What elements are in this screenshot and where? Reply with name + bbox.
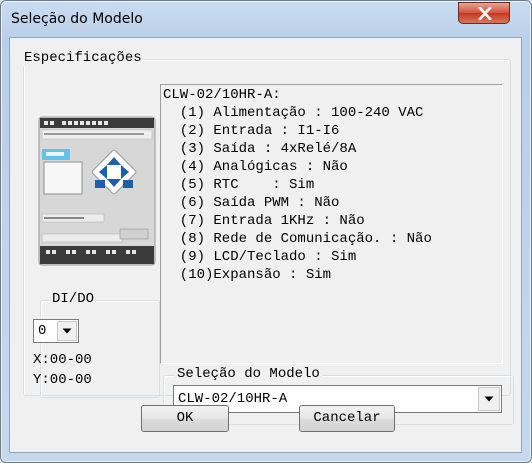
ok-button[interactable]: OK — [141, 405, 229, 432]
spec-line: (2) Entrada : I1-I6 — [163, 123, 340, 139]
model-selection-group-label: Seleção do Modelo — [175, 366, 322, 382]
dido-x-readout: X:00-00 — [33, 352, 92, 368]
specifications-text-panel: CLW-02/10HR-A: (1) Alimentação : 100-240… — [160, 84, 503, 364]
model-dropdown-button[interactable] — [478, 387, 500, 411]
spec-line: (9) LCD/Teclado : Sim — [163, 249, 357, 265]
spec-line: (7) Entrada 1KHz : Não — [163, 213, 365, 229]
spec-line: (5) RTC : Sim — [163, 177, 315, 193]
spec-line: (10)Expansão : Sim — [163, 267, 332, 283]
chevron-down-icon — [62, 328, 72, 334]
spec-line: (1) Alimentação : 100-240 VAC — [163, 105, 424, 121]
cancel-button[interactable]: Cancelar — [299, 405, 395, 432]
spec-line: (4) Analógicas : Não — [163, 159, 348, 175]
close-button[interactable] — [458, 2, 510, 24]
dido-select-value: 0 — [38, 323, 47, 339]
spec-line: (8) Rede de Comunicação. : Não — [163, 231, 432, 247]
close-icon — [478, 7, 492, 20]
dialog-window: Seleção do Modelo Especificações CLW-02/… — [0, 0, 532, 463]
spec-model-header: CLW-02/10HR-A: — [163, 87, 281, 103]
window-title: Seleção do Modelo — [11, 11, 143, 27]
title-bar[interactable]: Seleção do Modelo — [1, 1, 531, 37]
plc-device-image — [38, 116, 156, 266]
specifications-group-label: Especificações — [22, 50, 144, 66]
spec-line: (6) Saída PWM : Não — [163, 195, 340, 211]
dialog-client-area: Especificações CLW-02/10HR-A: (1) Alimen… — [9, 37, 522, 453]
dido-y-readout: Y:00-00 — [33, 372, 92, 388]
dido-dropdown-button[interactable] — [57, 321, 77, 341]
spec-line: (3) Saída : 4xRelé/8A — [163, 141, 357, 157]
chevron-down-icon — [484, 396, 494, 402]
dido-select[interactable]: 0 — [33, 319, 79, 343]
dido-group-label: DI/DO — [50, 291, 97, 307]
